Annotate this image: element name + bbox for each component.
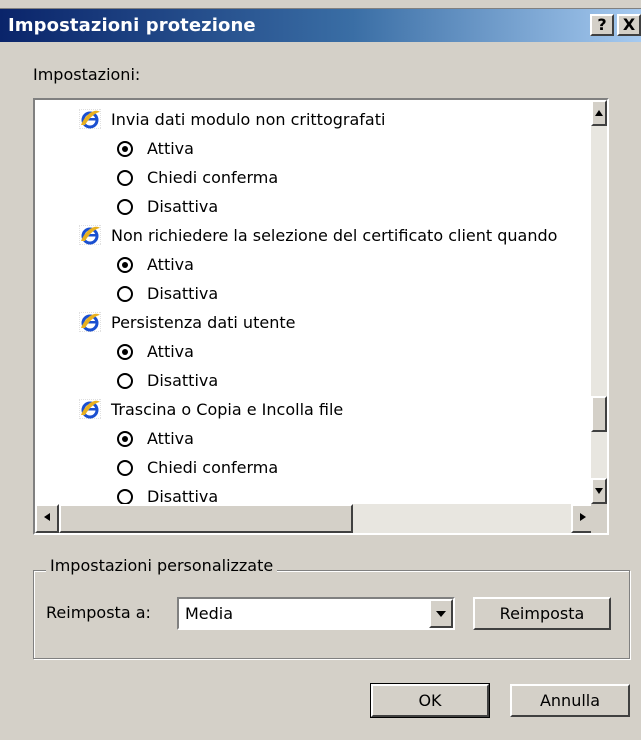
scroll-down-button[interactable] <box>591 478 607 504</box>
option-label: Disattiva <box>147 371 219 390</box>
scroll-up-button[interactable] <box>591 100 607 126</box>
dropdown-button[interactable] <box>429 599 453 628</box>
internet-explorer-icon <box>78 108 102 130</box>
option-item[interactable]: Attiva <box>35 250 194 279</box>
ok-button[interactable]: OK <box>370 683 490 718</box>
radio-button[interactable] <box>117 489 133 504</box>
reset-level-select[interactable]: Media <box>177 597 455 630</box>
custom-settings-label: Impostazioni personalizzate <box>46 556 278 575</box>
option-label: Disattiva <box>147 284 219 303</box>
title-bar[interactable]: Impostazioni protezione ? X <box>0 9 641 42</box>
horizontal-scroll-thumb[interactable] <box>59 504 353 533</box>
chevron-down-icon <box>436 611 446 617</box>
help-button[interactable]: ? <box>590 14 614 36</box>
arrow-left-icon <box>44 513 50 521</box>
reset-to-label: Reimposta a: <box>46 603 151 622</box>
option-item[interactable]: Attiva <box>35 424 194 453</box>
window-title: Impostazioni protezione <box>8 15 256 36</box>
option-item[interactable]: Chiedi conferma <box>35 163 278 192</box>
option-item[interactable]: Chiedi conferma <box>35 453 278 482</box>
radio-button[interactable] <box>117 431 133 447</box>
option-item[interactable]: Attiva <box>35 134 194 163</box>
setting-label: Invia dati modulo non crittografati <box>111 110 386 129</box>
option-label: Chiedi conferma <box>147 458 279 477</box>
option-label: Attiva <box>147 139 194 158</box>
scroll-corner <box>591 504 607 533</box>
security-settings-dialog: Impostazioni protezione ? X Impostazioni… <box>0 0 641 740</box>
option-item[interactable]: Disattiva <box>35 279 218 308</box>
internet-explorer-icon <box>78 224 102 246</box>
close-button[interactable]: X <box>617 14 641 36</box>
arrow-right-icon <box>580 513 586 521</box>
radio-button[interactable] <box>117 170 133 186</box>
option-label: Disattiva <box>147 197 219 216</box>
settings-list-content: Invia dati modulo non crittografati Attiv… <box>35 100 595 504</box>
setting-item: Invia dati modulo non crittografati <box>35 105 385 134</box>
vertical-scroll-thumb[interactable] <box>591 396 607 432</box>
option-label: Chiedi conferma <box>147 168 279 187</box>
setting-item: Trascina o Copia e Incolla file <box>35 395 343 424</box>
internet-explorer-icon <box>78 398 102 420</box>
option-item[interactable]: Attiva <box>35 337 194 366</box>
radio-button[interactable] <box>117 286 133 302</box>
setting-item: Persistenza dati utente <box>35 308 295 337</box>
radio-button[interactable] <box>117 141 133 157</box>
option-item[interactable]: Disattiva <box>35 482 218 504</box>
radio-button[interactable] <box>117 373 133 389</box>
option-item[interactable]: Disattiva <box>35 192 218 221</box>
option-label: Attiva <box>147 342 194 361</box>
horizontal-scrollbar[interactable] <box>35 504 595 533</box>
option-label: Attiva <box>147 429 194 448</box>
reset-button[interactable]: Reimposta <box>473 597 611 630</box>
window-top-edge <box>0 0 641 9</box>
setting-item: Non richiedere la selezione del certific… <box>35 221 557 250</box>
settings-list[interactable]: Invia dati modulo non crittografati Attiv… <box>33 98 609 535</box>
setting-label: Non richiedere la selezione del certific… <box>111 226 558 245</box>
setting-label: Trascina o Copia e Incolla file <box>111 400 344 419</box>
arrow-up-icon <box>595 110 603 116</box>
radio-button[interactable] <box>117 199 133 215</box>
option-item[interactable]: Disattiva <box>35 366 218 395</box>
option-label: Disattiva <box>147 487 219 504</box>
internet-explorer-icon <box>78 311 102 333</box>
option-label: Attiva <box>147 255 194 274</box>
reset-level-value: Media <box>185 604 234 623</box>
arrow-down-icon <box>595 488 603 494</box>
radio-button[interactable] <box>117 344 133 360</box>
setting-label: Persistenza dati utente <box>111 313 296 332</box>
cancel-button[interactable]: Annulla <box>510 684 630 717</box>
vertical-scrollbar[interactable] <box>591 100 607 504</box>
radio-button[interactable] <box>117 460 133 476</box>
scroll-left-button[interactable] <box>35 504 59 533</box>
settings-label: Impostazioni: <box>33 65 141 84</box>
radio-button[interactable] <box>117 257 133 273</box>
